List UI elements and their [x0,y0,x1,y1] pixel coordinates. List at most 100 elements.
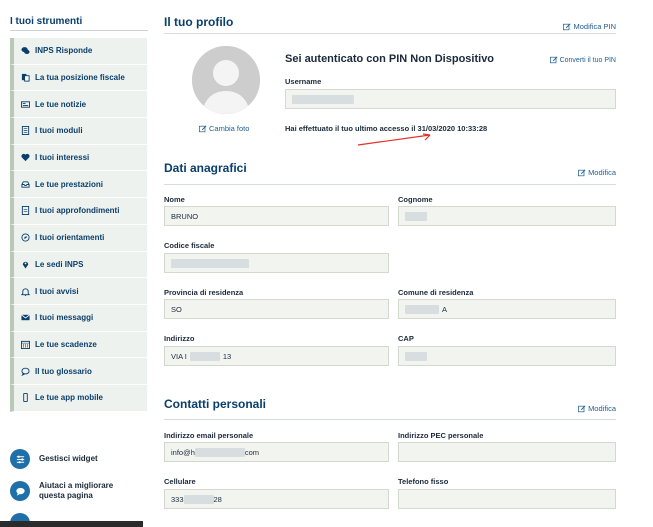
cellulare-label: Cellulare [164,477,196,486]
sidebar-item-label: INPS Risponde [35,46,93,56]
sliders-icon [10,449,30,469]
username-label: Username [285,77,322,86]
indirizzo-prefix: VIA I [171,351,187,361]
bell-icon [20,286,30,296]
sidebar-item[interactable]: I tuoi avvisi [10,278,147,305]
pec-field[interactable] [398,442,616,462]
converti-pin-label: Converti il tuo PIN [559,56,616,64]
sidebar-item[interactable]: INPS Risponde [10,38,147,65]
sidebar-item-label: I tuoi messaggi [35,313,94,323]
cambia-foto-link[interactable]: Cambia foto [199,124,249,133]
pec-label: Indirizzo PEC personale [398,431,484,440]
redacted-value [292,94,354,104]
feedback-button[interactable]: Aiutaci a migliorare questa pagina [10,481,129,501]
sidebar-title: I tuoi strumenti [10,16,83,27]
modifica-pin-label: Modifica PIN [573,22,616,31]
redacted-value [405,351,427,361]
sidebar-item[interactable]: Le tue app mobile [10,384,147,412]
provincia-value: SO [171,304,182,314]
cellulare-prefix: 333 [171,494,184,504]
sidebar-item[interactable]: I tuoi moduli [10,118,147,145]
nome-label: Nome [164,195,185,204]
indirizzo-label: Indirizzo [164,334,195,343]
sidebar-item[interactable]: Il tuo glossario [10,358,147,385]
sidebar-item[interactable]: La tua posizione fiscale [10,64,147,92]
contatti-divider [164,419,616,420]
redacted-value [194,447,245,457]
comune-field[interactable]: A [398,299,616,319]
redacted-value [189,351,220,361]
sidebar-item-label: Le sedi INPS [35,259,84,269]
chat-bubble-icon [10,481,30,501]
taskbar [0,521,143,527]
cap-label: CAP [398,334,414,343]
email-prefix: info@h [171,447,195,457]
redacted-value [171,258,249,268]
contatti-title: Contatti personali [164,397,267,411]
email-suffix: com [244,447,260,457]
cambia-foto-label: Cambia foto [209,124,250,133]
sidebar-item[interactable]: I tuoi orientamenti [10,224,147,252]
nome-value: BRUNO [171,211,199,221]
sidebar-item[interactable]: Le tue notizie [10,91,147,119]
newspaper-icon [20,99,30,109]
redacted-value [183,494,214,504]
cellulare-field[interactable]: 333 28 [164,489,389,509]
profile-divider [164,33,616,34]
cap-field[interactable] [398,346,616,366]
sidebar-item[interactable]: Le tue scadenze [10,331,147,359]
sidebar-item[interactable]: I tuoi approfondimenti [10,198,147,225]
cognome-label: Cognome [398,195,433,204]
manage-widget-label: Gestisci widget [39,454,98,463]
cellulare-suffix: 28 [213,494,222,504]
sidebar-item-label: Il tuo glossario [35,366,92,376]
modifica-label: Modifica [588,404,616,413]
sidebar-item-label: I tuoi avvisi [35,286,79,296]
calendar-icon [20,339,30,349]
provincia-label: Provincia di residenza [164,288,244,297]
converti-pin-link[interactable]: Converti il tuo PIN [549,56,616,64]
codice-fiscale-field[interactable] [164,253,389,273]
edit-icon [549,56,558,64]
auth-title: Sei autenticato con PIN Non Dispositivo [285,53,495,65]
modifica-contatti-link[interactable]: Modifica [578,404,616,413]
email-field[interactable]: info@h com [164,442,389,462]
feedback-label: Aiutaci a migliorare questa pagina [39,481,114,500]
sidebar-item[interactable]: Le sedi INPS [10,251,147,279]
sidebar-item-label: Le tue scadenze [35,339,97,349]
cognome-field[interactable] [398,206,616,226]
telefono-fisso-label: Telefono fisso [398,477,449,486]
username-field[interactable] [285,89,616,109]
map-pin-icon [20,259,30,269]
sidebar-item-label: Le tue app mobile [35,393,104,403]
indirizzo-field[interactable]: VIA I 13 [164,346,389,366]
provincia-field[interactable]: SO [164,299,389,319]
form-icon [20,126,30,136]
sidebar-item-label: I tuoi moduli [35,126,83,136]
sidebar-item[interactable]: I tuoi interessi [10,144,147,172]
telefono-fisso-field[interactable] [398,489,616,509]
sidebar-item-label: I tuoi interessi [35,153,90,163]
nome-field[interactable]: BRUNO [164,206,389,226]
red-arrow-annotation [357,133,431,146]
compass-icon [20,233,30,243]
modifica-pin-link[interactable]: Modifica PIN [563,22,616,31]
redacted-value [405,211,427,221]
sidebar-divider [10,30,148,31]
sidebar-item[interactable]: I tuoi messaggi [10,304,147,332]
sidebar-menu: INPS Risponde La tua posizione fiscale Le … [10,38,147,412]
modifica-anagrafici-link[interactable]: Modifica [578,168,616,177]
document-text-icon [20,206,30,216]
sidebar-item-label: I tuoi approfondimenti [35,206,120,216]
sidebar-item[interactable]: Le tue prestazioni [10,171,147,199]
modifica-label: Modifica [588,168,616,177]
profile-title: Il tuo profilo [164,15,234,29]
mobile-icon [20,393,30,403]
comune-label: Comune di residenza [398,288,474,297]
anagrafici-title: Dati anagrafici [164,161,247,175]
anagrafici-divider [164,184,616,185]
codice-fiscale-label: Codice fiscale [164,241,215,250]
chat-bubbles-icon [20,46,30,56]
manage-widget-button[interactable]: Gestisci widget [10,449,129,469]
sidebar-item-label: La tua posizione fiscale [35,73,125,83]
